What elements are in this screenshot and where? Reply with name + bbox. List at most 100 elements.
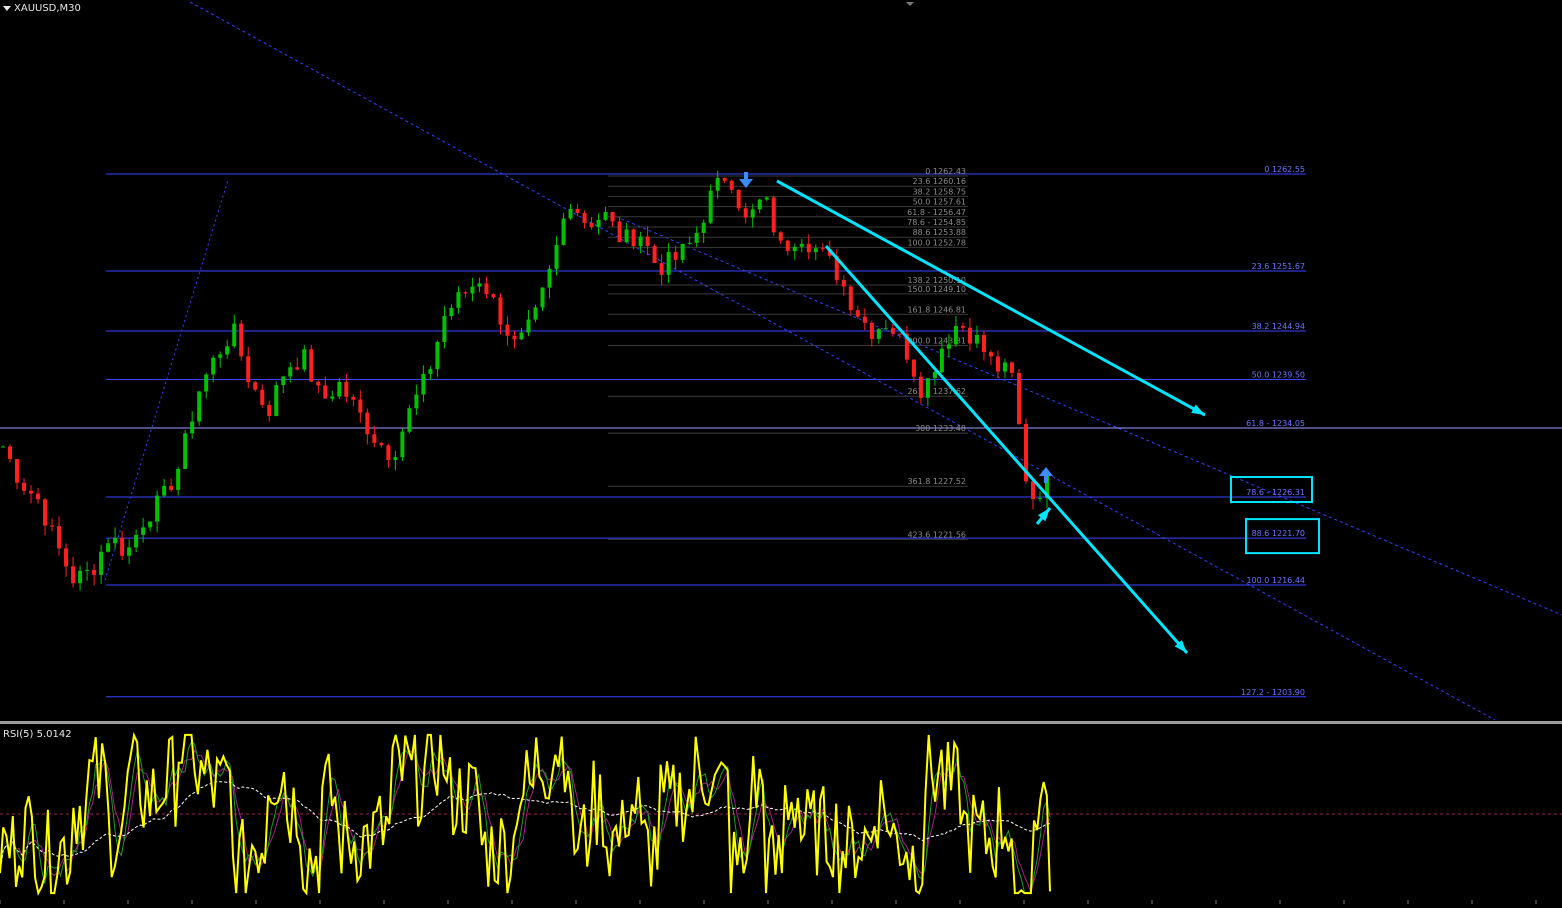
fib-level-label: 127.2 - 1203.90 bbox=[1241, 688, 1305, 697]
fib-extension-label: 300 1233.48 bbox=[915, 424, 966, 433]
candle-body bbox=[729, 180, 734, 190]
candle-body bbox=[274, 385, 279, 416]
candle-body bbox=[477, 283, 482, 287]
candle-body bbox=[1009, 362, 1014, 373]
candle-body bbox=[85, 569, 90, 571]
candle-body bbox=[1037, 498, 1042, 500]
candle-body bbox=[526, 319, 531, 333]
candle-body bbox=[624, 229, 629, 243]
candle-body bbox=[736, 189, 741, 209]
candle-body bbox=[750, 209, 755, 218]
candle-body bbox=[50, 525, 55, 527]
candle-body bbox=[183, 433, 188, 469]
dotted-fib-trendline bbox=[104, 179, 229, 581]
candle-body bbox=[575, 208, 580, 214]
candle-body bbox=[687, 242, 692, 244]
candle-body bbox=[680, 243, 685, 260]
candle-body bbox=[316, 381, 321, 386]
chevron-down-icon bbox=[3, 6, 11, 11]
candle-body bbox=[372, 434, 377, 443]
candle-body bbox=[36, 493, 41, 500]
candle-body bbox=[491, 294, 496, 298]
symbol-title[interactable]: XAUUSD,M30 bbox=[3, 3, 81, 14]
fib-level-label: 23.6 1251.67 bbox=[1252, 262, 1305, 271]
fib-inner-label: 0 1262.43 bbox=[925, 167, 966, 176]
candle-body bbox=[694, 232, 699, 243]
candle-body bbox=[106, 543, 111, 552]
candle-body bbox=[743, 208, 748, 218]
candle-body bbox=[302, 349, 307, 370]
candle-body bbox=[358, 399, 363, 413]
panel-handle-icon bbox=[906, 2, 914, 6]
candle-body bbox=[1, 446, 5, 448]
candle-body bbox=[806, 243, 811, 253]
candle-body bbox=[344, 381, 349, 397]
candle-body bbox=[113, 537, 118, 544]
candle-body bbox=[155, 495, 160, 522]
candle-body bbox=[64, 548, 69, 567]
candle-body bbox=[932, 372, 937, 379]
fib-inner-label: 100.0 1252.78 bbox=[907, 238, 966, 247]
candle-body bbox=[792, 246, 797, 252]
candle-body bbox=[855, 310, 860, 317]
candle-body bbox=[260, 389, 265, 405]
candle-body bbox=[253, 382, 258, 390]
candle-body bbox=[708, 190, 713, 223]
fib-extension-label: 423.6 1221.56 bbox=[907, 530, 966, 539]
candle-body bbox=[960, 325, 965, 328]
candle-body bbox=[15, 459, 20, 483]
candle-body bbox=[1002, 362, 1007, 372]
candle-body bbox=[225, 346, 230, 355]
fib-extension-label: 361.8 1227.52 bbox=[907, 477, 966, 486]
candle-body bbox=[1030, 481, 1035, 500]
candle-body bbox=[239, 323, 244, 357]
candle-body bbox=[456, 292, 461, 308]
candle-body bbox=[512, 335, 517, 340]
trend-arrowhead bbox=[1191, 404, 1205, 415]
candle-body bbox=[771, 197, 776, 233]
candle-body bbox=[722, 177, 727, 181]
candle-body bbox=[813, 248, 818, 253]
candle-body bbox=[127, 547, 132, 556]
fib-inner-label: 78.6 - 1254.85 bbox=[907, 218, 966, 227]
candle-body bbox=[323, 385, 328, 399]
candle-body bbox=[29, 490, 34, 494]
candle-body bbox=[414, 394, 419, 409]
candle-body bbox=[799, 243, 804, 247]
candle-body bbox=[190, 421, 195, 434]
fib-inner-label: 61.8 - 1256.47 bbox=[907, 208, 966, 217]
candle-body bbox=[505, 324, 510, 336]
candle-body bbox=[57, 526, 62, 549]
candle-body bbox=[365, 412, 370, 435]
rsi-pane[interactable] bbox=[0, 724, 1562, 904]
candle-body bbox=[631, 229, 636, 247]
candle-body bbox=[449, 307, 454, 317]
candle-body bbox=[645, 236, 650, 246]
candle-body bbox=[379, 442, 384, 446]
candle-body bbox=[939, 348, 944, 373]
candle-body bbox=[890, 328, 895, 334]
candle-body bbox=[22, 482, 27, 491]
candle-body bbox=[351, 396, 356, 400]
symbol-label: XAUUSD,M30 bbox=[14, 3, 81, 14]
candle-body bbox=[8, 446, 13, 460]
candle-body bbox=[757, 199, 762, 210]
candle-body bbox=[218, 354, 223, 358]
candle-body bbox=[596, 219, 601, 228]
candle-body bbox=[309, 349, 314, 382]
candle-body bbox=[393, 457, 398, 461]
fib-inner-label: 23.6 1260.16 bbox=[913, 177, 966, 186]
candle-body bbox=[386, 445, 391, 461]
candle-body bbox=[204, 374, 209, 392]
candle-body bbox=[589, 222, 594, 228]
candle-body bbox=[995, 356, 1000, 372]
candle-body bbox=[99, 551, 104, 575]
candle-body bbox=[876, 329, 881, 339]
candle-body bbox=[638, 236, 643, 247]
candle-body bbox=[764, 197, 769, 200]
price-chart-pane[interactable]: 0 1262.55 23.6 1251.67 38.2 1244.94 50.0 12… bbox=[0, 0, 1562, 721]
candle-body bbox=[911, 359, 916, 377]
candle-body bbox=[862, 316, 867, 323]
fib-level-label: 100.0 1216.44 bbox=[1246, 576, 1305, 585]
candle-body bbox=[848, 286, 853, 311]
